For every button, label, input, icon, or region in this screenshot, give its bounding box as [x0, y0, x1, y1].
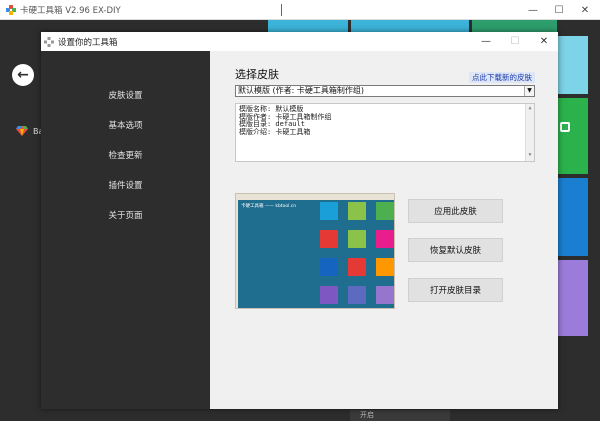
preview-tile — [320, 202, 338, 220]
preview-tile — [348, 230, 366, 248]
download-skins-link[interactable]: 点此下载新的皮肤 — [469, 72, 535, 83]
preview-tile — [320, 230, 338, 248]
background-sidebar-item[interactable]: Ba — [16, 126, 43, 136]
chevron-down-icon[interactable]: ▼ — [524, 86, 534, 96]
preview-tile — [376, 258, 394, 276]
title-separator — [281, 4, 282, 16]
nav-about-page[interactable]: 关于页面 — [41, 209, 210, 223]
skin-info-textarea[interactable]: 模版名称: 默认模版 模版作者: 卡硬工具箱制作组 模版目录: default … — [235, 103, 535, 162]
back-arrow-icon[interactable]: ← — [12, 64, 34, 86]
preview-title: 卡硬工具箱 —— kbtool.cn — [241, 204, 297, 209]
preview-tile — [376, 230, 394, 248]
preview-tile — [348, 258, 366, 276]
bg-tile[interactable] — [472, 20, 557, 32]
info-scrollbar[interactable]: ▲ ▼ — [525, 104, 534, 161]
skin-preview-image: 卡硬工具箱 —— kbtool.cn — [235, 193, 395, 309]
dialog-main-panel: 选择皮肤 点此下载新的皮肤 默认模版 (作者: 卡硬工具箱制作组) ▼ 模版名称… — [210, 51, 558, 409]
background-titlebar: 卡硬工具箱 V2.96 EX-DIY — ☐ ✕ — [0, 0, 600, 20]
skin-select-value: 默认模版 (作者: 卡硬工具箱制作组) — [238, 86, 365, 95]
preview-tile — [348, 286, 366, 304]
settings-dialog: 设置你的工具箱 — ☐ ✕ 皮肤设置 基本选项 检查更新 插件设置 关于页面 选… — [41, 32, 558, 409]
preview-tile — [320, 286, 338, 304]
bg-tile[interactable] — [558, 260, 588, 336]
bg-tile[interactable] — [558, 178, 588, 256]
bg-bottom-label: 开启 — [360, 411, 374, 419]
scroll-down-icon[interactable]: ▼ — [526, 152, 534, 160]
close-icon[interactable]: ✕ — [572, 0, 598, 20]
apply-skin-button[interactable]: 应用此皮肤 — [408, 199, 503, 223]
nav-check-update[interactable]: 检查更新 — [41, 149, 210, 163]
background-sidebar: ← Ba — [0, 20, 44, 421]
restore-default-skin-button[interactable]: 恢复默认皮肤 — [408, 238, 503, 262]
info-line: 模版介绍: 卡硬工具箱 — [239, 127, 311, 136]
preview-screen: 卡硬工具箱 —— kbtool.cn — [238, 200, 394, 308]
dialog-close-icon[interactable]: ✕ — [529, 32, 559, 51]
bg-bottom-text: 开启 — [350, 410, 450, 421]
bg-tile[interactable] — [268, 20, 348, 32]
preview-tile — [376, 202, 394, 220]
bg-tile[interactable] — [558, 36, 588, 94]
preview-tile — [348, 202, 366, 220]
nav-skin-settings[interactable]: 皮肤设置 — [41, 89, 210, 103]
dialog-title: 设置你的工具箱 — [58, 37, 118, 48]
dialog-logo-icon — [44, 36, 54, 47]
dialog-maximize-icon[interactable]: ☐ — [500, 32, 530, 51]
gem-icon — [16, 126, 28, 136]
app-logo-icon — [6, 4, 16, 15]
skin-select[interactable]: 默认模版 (作者: 卡硬工具箱制作组) ▼ — [235, 85, 535, 97]
open-skin-folder-button[interactable]: 打开皮肤目录 — [408, 278, 503, 302]
chat-icon — [560, 122, 570, 132]
bg-tile-chat[interactable] — [558, 98, 588, 174]
background-window-title: 卡硬工具箱 V2.96 EX-DIY — [20, 5, 121, 16]
scroll-up-icon[interactable]: ▲ — [526, 105, 534, 113]
section-title: 选择皮肤 — [235, 68, 279, 81]
bg-tile[interactable] — [351, 20, 469, 32]
minimize-icon[interactable]: — — [520, 0, 546, 20]
dialog-sidebar: 皮肤设置 基本选项 检查更新 插件设置 关于页面 — [41, 51, 210, 409]
nav-plugin-settings[interactable]: 插件设置 — [41, 179, 210, 193]
dialog-minimize-icon[interactable]: — — [471, 32, 501, 51]
dialog-titlebar: 设置你的工具箱 — ☐ ✕ — [41, 32, 558, 51]
preview-tile — [320, 258, 338, 276]
preview-tile — [376, 286, 394, 304]
maximize-icon[interactable]: ☐ — [546, 0, 572, 20]
nav-basic-options[interactable]: 基本选项 — [41, 119, 210, 133]
